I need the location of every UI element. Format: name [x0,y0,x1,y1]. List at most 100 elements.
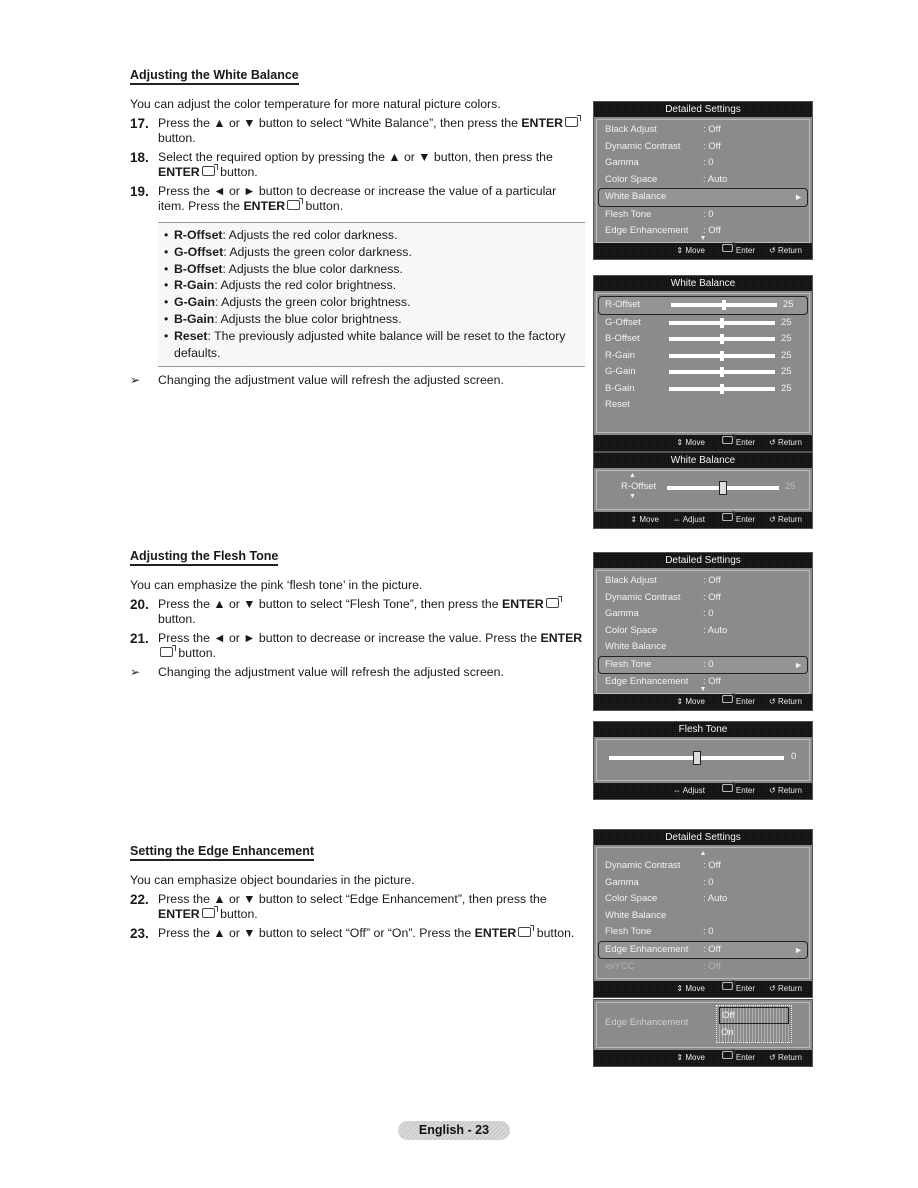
footer-adjust-hint[interactable]: ⇔ Adjust [673,512,705,528]
menu-item-color-space[interactable]: Color Space: Auto [597,891,809,908]
slider-thumb[interactable] [720,334,724,344]
menu-item-black-adjust[interactable]: Black Adjust: Off [597,573,809,590]
menu-item-gamma[interactable]: Gamma: 0 [597,875,809,892]
footer-move-hint[interactable]: ⇕ Move [630,512,659,528]
footer-enter-hint[interactable]: Enter [719,979,756,997]
menu-item-white-balance[interactable]: White Balance [597,639,809,656]
slider-thumb[interactable] [720,317,724,328]
steps-list: 20. Press the ▲ or ▼ button to select “Fl… [130,596,585,661]
slider-thumb[interactable] [719,481,727,495]
r-offset-slider[interactable] [667,481,779,495]
footer-move-hint[interactable]: ⇕ Move [676,1050,705,1066]
scroll-down-icon[interactable]: ▼ [594,235,812,243]
footer-return-hint[interactable]: ↺ Return [769,243,802,259]
footer-move-hint[interactable]: ⇕ Move [676,243,705,259]
menu-item-reset[interactable]: Reset [597,397,809,414]
flesh-tone-slider[interactable] [609,751,784,765]
menu-item-gamma[interactable]: Gamma: 0 [597,606,809,623]
note: ➢ Changing the adjustment value will ref… [130,665,585,680]
menu-item-dynamic-contrast[interactable]: Dynamic Contrast: Off [597,858,809,875]
menu-item-flesh-tone[interactable]: Flesh Tone: 0 ► [598,655,808,674]
enter-icon [201,164,218,176]
menu-item-value: : Off [703,591,721,603]
footer-adjust-hint[interactable]: ⇔ Adjust [673,783,705,799]
menu-item-flesh-tone[interactable]: Flesh Tone: 0 [597,924,809,941]
menu-item-value: : Auto [703,624,728,636]
slider-thumb[interactable] [720,383,724,394]
menu-item-flesh-tone[interactable]: Flesh Tone: 0 [597,207,809,224]
footer-return-hint[interactable]: ↺ Return [769,435,802,451]
menu-item-dynamic-contrast[interactable]: Dynamic Contrast: Off [597,139,809,156]
edge-enhancement-section: Setting the Edge Enhancement You can emp… [130,842,585,945]
dropdown-option-off[interactable]: Off [719,1007,789,1024]
menu-item-b-offset[interactable]: B-Offset 25 [597,331,809,348]
option-item: R-Gain: Adjusts the red color brightness… [164,277,585,294]
b-gain-slider[interactable] [669,383,775,394]
menu-item-b-gain[interactable]: B-Gain 25 [597,381,809,398]
footer-enter-hint[interactable]: Enter [719,692,755,710]
down-arrow-icon[interactable]: ▼ [629,493,636,500]
scroll-down-icon[interactable]: ▼ [594,686,812,694]
menu-item-g-gain[interactable]: G-Gain 25 [597,364,809,381]
slider-thumb[interactable] [692,751,701,765]
g-offset-slider[interactable] [669,317,775,328]
menu-item-color-space[interactable]: Color Space: Auto [597,172,809,189]
footer-return-hint[interactable]: ↺ Return [769,783,802,799]
menu-item-r-offset[interactable]: R-Offset 25 [598,296,808,315]
enter-icon [722,434,736,444]
footer-enter-hint[interactable]: Enter [719,241,755,259]
footer-return-hint[interactable]: ↺ Return [769,694,802,710]
osd-detailed-settings-2: Detailed Settings Black Adjust: Off Dynam… [593,552,813,711]
edge-enhancement-dropdown[interactable]: Off On [716,1005,792,1043]
footer-hint-label: Move [639,515,659,524]
footer-return-hint[interactable]: ↺ Return [769,1050,802,1066]
section-title: Adjusting the White Balance [130,68,299,85]
flesh-tone-section: Adjusting the Flesh Tone You can emphasi… [130,547,585,680]
menu-item-value: : Off [703,124,721,135]
menu-item-r-gain[interactable]: R-Gain 25 [597,348,809,365]
menu-item-g-offset[interactable]: G-Offset 25 [597,315,809,332]
footer-hint-label: Enter [735,515,756,524]
option-term: Reset [174,328,208,343]
slider-thumb[interactable] [722,300,726,310]
footer-move-hint[interactable]: ⇕ Move [676,981,705,997]
slider-thumb[interactable] [720,367,724,377]
option-desc: : Adjusts the blue color darkness. [222,261,403,276]
step-item: 23. Press the ▲ or ▼ button to select “Of… [130,925,585,941]
menu-item-edge-enhancement[interactable]: Edge Enhancement: Off ► [598,940,808,959]
footer-return-hint[interactable]: ↺ Return [769,981,802,997]
menu-item-value: : Off [703,961,721,972]
footer-return-hint[interactable]: ↺ Return [769,512,802,528]
option-term: B-Offset [174,261,223,276]
footer-move-hint[interactable]: ⇕ Move [676,694,705,710]
footer-move-hint[interactable]: ⇕ Move [676,435,705,451]
menu-item-white-balance[interactable]: White Balance [597,908,809,925]
footer-hint-label: Enter [735,983,756,993]
footer-enter-hint[interactable]: Enter [719,434,755,451]
menu-item-color-space[interactable]: Color Space: Auto [597,623,809,640]
return-icon: ↺ [769,515,778,524]
footer-hint-label: Move [685,438,705,447]
footer-enter-hint[interactable]: Enter [719,782,755,799]
footer-enter-hint[interactable]: Enter [719,511,756,528]
r-gain-slider[interactable] [669,350,775,361]
footer-hint-label: Return [777,786,802,795]
footer-enter-hint[interactable]: Enter [719,1049,755,1066]
b-offset-slider[interactable] [669,334,775,344]
dropdown-option-on[interactable]: On [717,1024,791,1041]
enter-label: ENTER [474,926,517,940]
up-arrow-icon[interactable]: ▲ [629,472,636,479]
r-offset-slider[interactable] [671,300,777,310]
menu-item-dynamic-contrast[interactable]: Dynamic Contrast: Off [597,590,809,607]
white-balance-options: R-Offset: Adjusts the red color darkness… [158,222,585,368]
slider-thumb[interactable] [720,350,724,361]
enter-icon [722,979,736,990]
menu-item-gamma[interactable]: Gamma: 0 [597,155,809,172]
osd-white-balance: White Balance R-Offset 25 G-Offset 25 B-Offs… [593,275,813,452]
osd-edge-enhancement-select: Edge Enhancement Off On ⇕ Move Enter ↺ Ret… [593,999,813,1067]
g-gain-slider[interactable] [669,367,775,377]
footer-hint-label: Return [777,245,802,255]
menu-item-white-balance[interactable]: White Balance ► [598,188,808,207]
scroll-up-icon[interactable]: ▲ [597,850,809,858]
menu-item-black-adjust[interactable]: Black Adjust: Off [597,122,809,139]
